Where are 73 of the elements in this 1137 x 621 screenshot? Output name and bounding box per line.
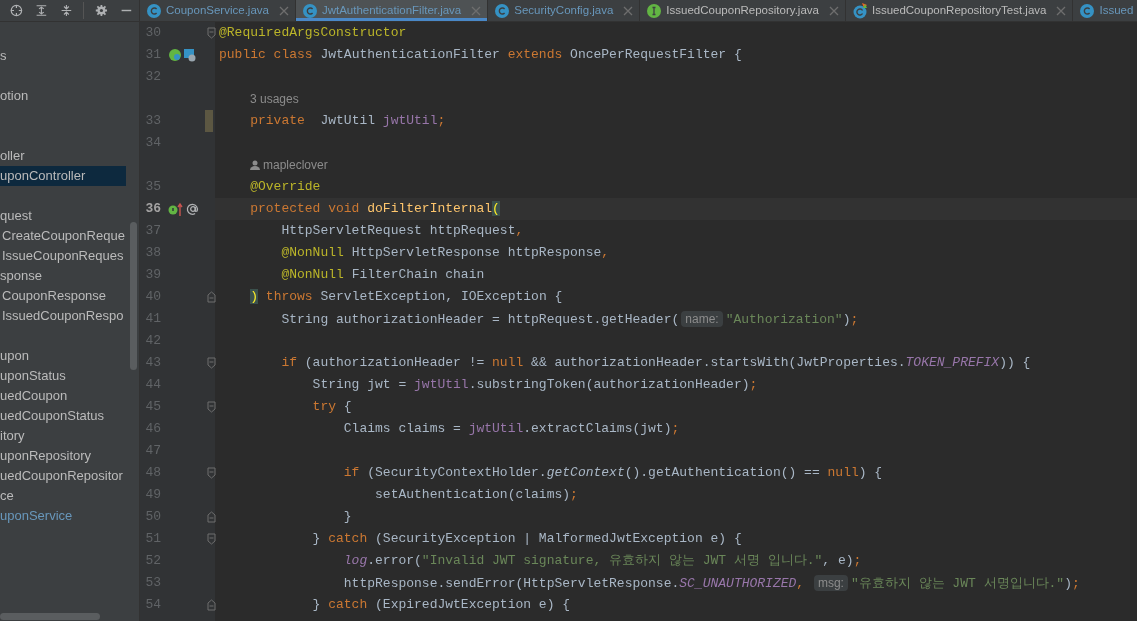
fold-icon[interactable] [207, 291, 216, 303]
person-icon [250, 160, 260, 170]
tree-item[interactable]: CreateCouponReque [0, 226, 139, 246]
fold-icon[interactable] [207, 511, 216, 523]
tree-item[interactable]: uponController [0, 166, 126, 186]
tree-item[interactable]: otion [0, 86, 139, 106]
locate-icon[interactable] [10, 3, 23, 18]
fold-icon[interactable] [207, 27, 216, 39]
override-icon[interactable] [168, 201, 184, 217]
tree-item[interactable]: itory [0, 426, 139, 446]
tree-item[interactable]: uedCouponStatus [0, 406, 139, 426]
tree-item[interactable]: quest [0, 206, 139, 226]
close-icon[interactable] [828, 5, 839, 16]
code-line: if (SecurityContextHolder.getContext().getAuthentication() == null) { [342, 464, 883, 482]
class-icon [301, 2, 318, 19]
code-line: String authorizationHeader = httpRequest.getHeader( name: "Authorization"); [280, 310, 859, 329]
code-line: @NonNull HttpServletResponse httpResponse, [280, 244, 610, 262]
usages-hint[interactable]: 3 usages [250, 88, 299, 110]
fold-icon[interactable] [207, 533, 216, 545]
editor-tab[interactable]: CouponService.java [140, 0, 296, 21]
author-hint[interactable]: mapleclover [263, 154, 328, 176]
close-icon[interactable] [1056, 5, 1067, 16]
fold-icon[interactable] [207, 401, 216, 413]
code-line: HttpServletRequest httpRequest, [280, 222, 524, 240]
fold-icon[interactable] [207, 357, 216, 369]
editor-tab[interactable]: SecurityConfig.java [488, 0, 641, 21]
line-number: 36 [144, 200, 161, 218]
editor-tab[interactable]: IssuedCouponRepository.java [640, 0, 846, 21]
tree-item[interactable]: ce [0, 486, 139, 506]
editor-tab[interactable]: IssuedCouponRepositoryTest.java [845, 0, 1074, 21]
code-line: private JwtUtil jwtUtil; [249, 112, 446, 130]
expand-all-icon[interactable] [34, 3, 48, 18]
scrollbar[interactable] [0, 613, 100, 620]
tree-item[interactable]: IssuedCouponRespo [0, 306, 139, 326]
tree-item[interactable]: uedCouponRepositor [0, 466, 139, 486]
code-line: @NonNull FilterChain chain [280, 266, 485, 284]
code-line: @RequiredArgsConstructor [218, 24, 407, 42]
scrollbar[interactable] [130, 222, 137, 370]
code-line: httpResponse.sendError(HttpServletResponse.SC_UNAUTHORIZED, msg: "유효하지 않는 JWT 서명입니다."); [342, 574, 1080, 593]
code-line: } [342, 508, 352, 526]
code-line: if (authorizationHeader != null && authorizationHeader.startsWith(JwtProperties.TOKEN_PREFIX)) { [280, 354, 1031, 372]
code-line: @Override [249, 178, 321, 196]
tree-item[interactable]: uedCoupon [0, 386, 139, 406]
collapse-all-icon[interactable] [59, 3, 73, 18]
editor-tab[interactable]: Issued [1073, 0, 1137, 21]
code-line: protected void doFilterInternal( [249, 200, 500, 218]
tree-item[interactable]: uponService [0, 506, 139, 526]
fold-icon[interactable] [207, 467, 216, 479]
close-icon[interactable] [623, 5, 634, 16]
code-line: } catch (ExpiredJwtException e) { [311, 596, 571, 614]
annotation-icon[interactable] [186, 201, 200, 217]
code-line: Claims claims = jwtUtil.extractClaims(jwt); [342, 420, 680, 438]
tree-item[interactable]: IssueCouponReques [0, 246, 139, 266]
change-marker[interactable] [205, 110, 213, 132]
code-line: try { [311, 398, 352, 416]
close-icon[interactable] [471, 5, 482, 16]
code-line: public class JwtAuthenticationFilter extends OncePerRequestFilter { [218, 46, 742, 64]
tree-item[interactable]: CouponResponse [0, 286, 139, 306]
code-line: ) throws ServletException, IOException { [249, 288, 563, 306]
fold-icon[interactable] [207, 599, 216, 611]
code-line: setAuthentication(claims); [374, 486, 578, 504]
code-line: } catch (SecurityException | MalformedJwtException e) { [311, 530, 742, 548]
tree-item[interactable]: s [0, 46, 139, 66]
code-line: String jwt = jwtUtil.substringToken(authorizationHeader); [311, 376, 758, 394]
gutter-icons[interactable] [168, 47, 196, 63]
close-icon[interactable] [278, 5, 289, 16]
settings-icon[interactable] [95, 3, 109, 18]
code-line: log.error("Invalid JWT signature, 유효하지 않는 JWT 서명 입니다.", e); [342, 552, 862, 570]
tree-item[interactable]: oller [0, 146, 139, 166]
tree-item[interactable]: uponStatus [0, 366, 139, 386]
tree-item[interactable]: sponse [0, 266, 139, 286]
tree-item[interactable]: upon [0, 346, 139, 366]
tree-item[interactable]: uponRepository [0, 446, 139, 466]
